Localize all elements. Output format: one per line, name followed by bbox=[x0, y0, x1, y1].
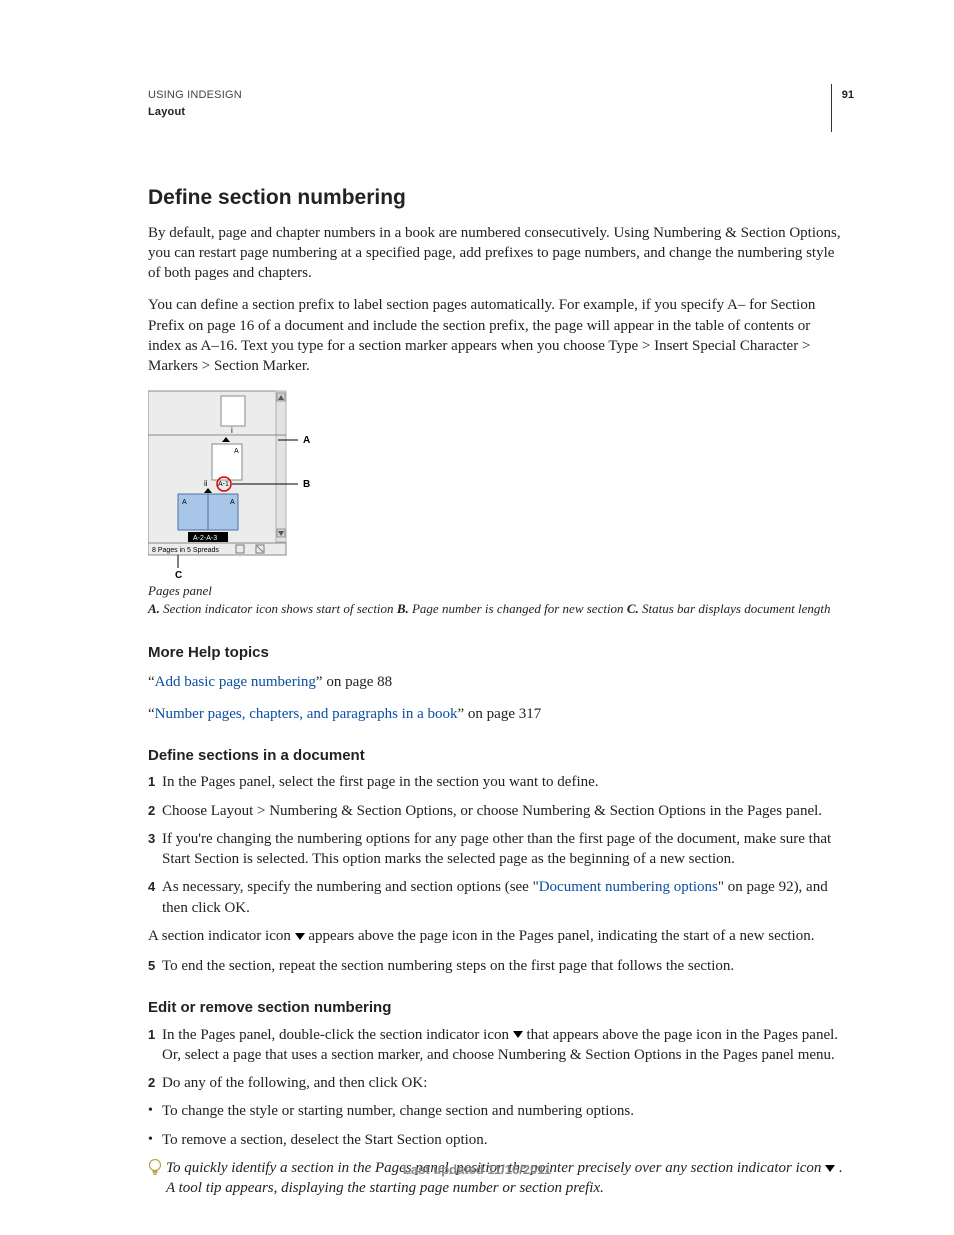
step-number: 5 bbox=[148, 956, 162, 976]
svg-text:ii: ii bbox=[204, 479, 208, 488]
svg-text:B: B bbox=[303, 479, 310, 490]
page-header: USING INDESIGN Layout 91 bbox=[148, 88, 844, 136]
footer-last-updated: Last updated 11/16/2011 bbox=[0, 1161, 954, 1179]
step-2-text: Choose Layout > Numbering & Section Opti… bbox=[162, 801, 844, 821]
heading-define-sections-in-a-document: Define sections in a document bbox=[148, 746, 844, 766]
heading-define-section-numbering: Define section numbering bbox=[148, 184, 844, 212]
edit-step-1-pre: In the Pages panel, double-click the sec… bbox=[162, 1027, 513, 1043]
link2-suffix: on page 317 bbox=[464, 706, 541, 722]
define-sections-steps-cont: 5 To end the section, repeat the section… bbox=[148, 956, 844, 976]
page-number-box: 91 bbox=[831, 84, 854, 132]
step-3-text: If you're changing the numbering options… bbox=[162, 829, 844, 870]
edit-remove-bullets: To change the style or starting number, … bbox=[148, 1101, 844, 1150]
legend-text-b: Page number is changed for new section bbox=[409, 601, 627, 616]
section-indicator-icon bbox=[295, 933, 305, 941]
link-add-basic-page-numbering[interactable]: Add basic page numbering bbox=[155, 674, 316, 690]
more-help-link-row-2: “Number pages, chapters, and paragraphs … bbox=[148, 704, 844, 724]
legend-key-c: C. bbox=[627, 601, 639, 616]
legend-key-b: B. bbox=[397, 601, 409, 616]
note-post: appears above the page icon in the Pages… bbox=[308, 928, 814, 944]
bullet-2-text: To remove a section, deselect the Start … bbox=[162, 1130, 488, 1150]
heading-edit-or-remove-section-numbering: Edit or remove section numbering bbox=[148, 998, 844, 1018]
more-help-link-row-1: “Add basic page numbering” on page 88 bbox=[148, 672, 844, 692]
svg-text:C: C bbox=[175, 570, 182, 578]
heading-more-help-topics: More Help topics bbox=[148, 643, 844, 663]
step-5-text: To end the section, repeat the section n… bbox=[162, 956, 844, 976]
legend-text-c: Status bar displays document length bbox=[639, 601, 831, 616]
svg-text:8 Pages in 5 Spreads: 8 Pages in 5 Spreads bbox=[152, 547, 219, 554]
step-4-text: As necessary, specify the numbering and … bbox=[162, 877, 844, 918]
legend-text-a: Section indicator icon shows start of se… bbox=[160, 601, 397, 616]
step-number: 3 bbox=[148, 829, 162, 870]
edit-step-1-text: In the Pages panel, double-click the sec… bbox=[162, 1025, 844, 1066]
step-number: 1 bbox=[148, 772, 162, 792]
define-sections-steps: 1 In the Pages panel, select the first p… bbox=[148, 772, 844, 918]
pages-panel-illustration: i A A ii A-1 B A A A-2-A-3 bbox=[148, 388, 338, 578]
svg-text:A: A bbox=[182, 499, 187, 506]
pages-panel-figure: i A A ii A-1 B A A A-2-A-3 bbox=[148, 388, 844, 617]
page-number: 91 bbox=[842, 89, 854, 101]
step-number: 4 bbox=[148, 877, 162, 918]
section-indicator-note: A section indicator icon appears above t… bbox=[148, 926, 844, 946]
svg-text:A: A bbox=[303, 435, 310, 446]
step-4-pre: As necessary, specify the numbering and … bbox=[162, 879, 539, 895]
intro-paragraph-2: You can define a section prefix to label… bbox=[148, 295, 844, 376]
link1-suffix: on page 88 bbox=[323, 674, 393, 690]
bullet-1-text: To change the style or starting number, … bbox=[162, 1101, 634, 1121]
figure-caption-title: Pages panel bbox=[148, 582, 844, 600]
step-number: 2 bbox=[148, 1073, 162, 1093]
section-name-label: Layout bbox=[148, 105, 242, 120]
section-indicator-icon bbox=[513, 1031, 523, 1039]
product-name-label: USING INDESIGN bbox=[148, 88, 242, 103]
intro-paragraph-1: By default, page and chapter numbers in … bbox=[148, 223, 844, 284]
svg-text:A: A bbox=[234, 448, 239, 455]
figure-caption-legend: A. Section indicator icon shows start of… bbox=[148, 600, 844, 618]
step-number: 2 bbox=[148, 801, 162, 821]
svg-text:A-1: A-1 bbox=[218, 481, 229, 488]
step-number: 1 bbox=[148, 1025, 162, 1066]
svg-text:A-2-A-3: A-2-A-3 bbox=[193, 535, 217, 542]
link-document-numbering-options[interactable]: Document numbering options bbox=[539, 879, 718, 895]
svg-text:i: i bbox=[231, 426, 233, 435]
link-number-pages-chapters-paragraphs[interactable]: Number pages, chapters, and paragraphs i… bbox=[155, 706, 458, 722]
edit-step-2-text: Do any of the following, and then click … bbox=[162, 1073, 844, 1093]
edit-remove-steps: 1 In the Pages panel, double-click the s… bbox=[148, 1025, 844, 1094]
svg-text:A: A bbox=[230, 499, 235, 506]
legend-key-a: A. bbox=[148, 601, 160, 616]
note-pre: A section indicator icon bbox=[148, 928, 295, 944]
step-1-text: In the Pages panel, select the first pag… bbox=[162, 772, 844, 792]
